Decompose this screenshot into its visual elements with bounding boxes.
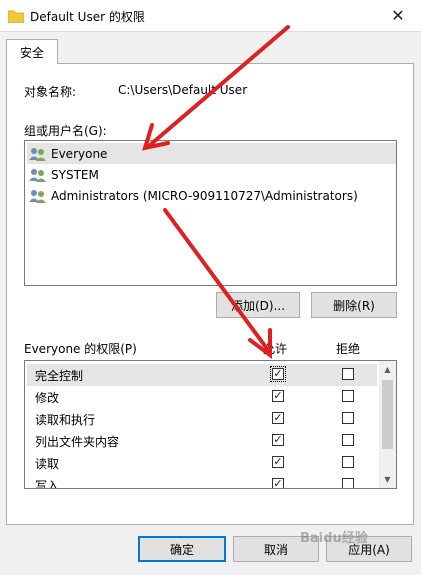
list-item[interactable]: Everyone [27,143,396,164]
permission-name: 读取和执行 [35,412,96,427]
deny-checkbox[interactable] [342,456,354,468]
close-button[interactable]: ✕ [375,0,421,31]
table-row[interactable]: 写入 ✓ [25,474,380,489]
allow-checkbox[interactable]: ✓ [270,366,286,382]
user-group-icon [29,147,46,161]
table-row[interactable]: 完全控制 ✓ [25,364,380,386]
permission-name: 读取 [35,456,60,471]
user-name: Everyone [51,146,108,161]
user-name: SYSTEM [51,167,99,182]
remove-button[interactable]: 删除(R) [311,292,397,318]
permission-name: 修改 [35,390,60,405]
user-group-icon [29,189,46,203]
allow-checkbox[interactable]: ✓ [272,478,284,488]
ok-button[interactable]: 确定 [138,536,226,562]
permissions-label: Everyone 的权限(P) [24,342,137,356]
watermark: Baidu经验 [300,531,368,546]
deny-checkbox[interactable] [342,390,354,402]
group-list-label: 组或用户名(G): [24,124,107,138]
object-name-label: 对象名称: [24,85,77,99]
scrollbar-thumb[interactable] [382,380,393,449]
list-item[interactable]: Administrators (MICRO-909110727\Administ… [27,185,358,206]
close-icon: ✕ [391,6,405,25]
object-name-value: C:\Users\Default User [118,83,248,97]
scroll-down-icon[interactable]: ▼ [379,471,396,488]
deny-checkbox[interactable] [342,412,354,424]
permissions-list[interactable]: 完全控制 ✓ 修改 ✓ 读取和执行 ✓ 列出文件夹内容 ✓ 读取 ✓ 写入 ✓ … [24,360,397,489]
window-title: Default User 的权限 [30,10,145,24]
deny-checkbox[interactable] [342,434,354,446]
table-row[interactable]: 读取和执行 ✓ [25,408,380,430]
deny-checkbox[interactable] [342,368,354,380]
table-row[interactable]: 修改 ✓ [25,386,380,408]
allow-checkbox[interactable]: ✓ [272,456,284,468]
user-name: Administrators (MICRO-909110727\Administ… [51,188,358,203]
table-row[interactable]: 读取 ✓ [25,452,380,474]
tab-security[interactable]: 安全 [6,39,58,64]
allow-checkbox[interactable]: ✓ [272,412,284,424]
permissions-scrollbar[interactable]: ▲ ▼ [379,361,396,488]
allow-checkbox[interactable]: ✓ [272,434,284,446]
title-bar: Default User 的权限 ✕ [0,0,421,32]
list-item[interactable]: SYSTEM [27,164,99,185]
folder-icon [8,10,24,23]
permission-name: 列出文件夹内容 [35,434,120,449]
deny-column-header: 拒绝 [336,342,361,356]
deny-checkbox[interactable] [342,478,354,488]
group-user-list[interactable]: Everyone SYSTEM Administrators (MICRO-90… [24,140,397,286]
permission-name: 写入 [35,478,60,489]
permission-name: 完全控制 [27,364,377,386]
scroll-up-icon[interactable]: ▲ [379,361,396,378]
allow-checkbox[interactable]: ✓ [272,390,284,402]
user-group-icon [29,168,46,182]
allow-column-header: 允许 [263,342,288,356]
table-row[interactable]: 列出文件夹内容 ✓ [25,430,380,452]
add-button[interactable]: 添加(D)... [216,292,300,318]
